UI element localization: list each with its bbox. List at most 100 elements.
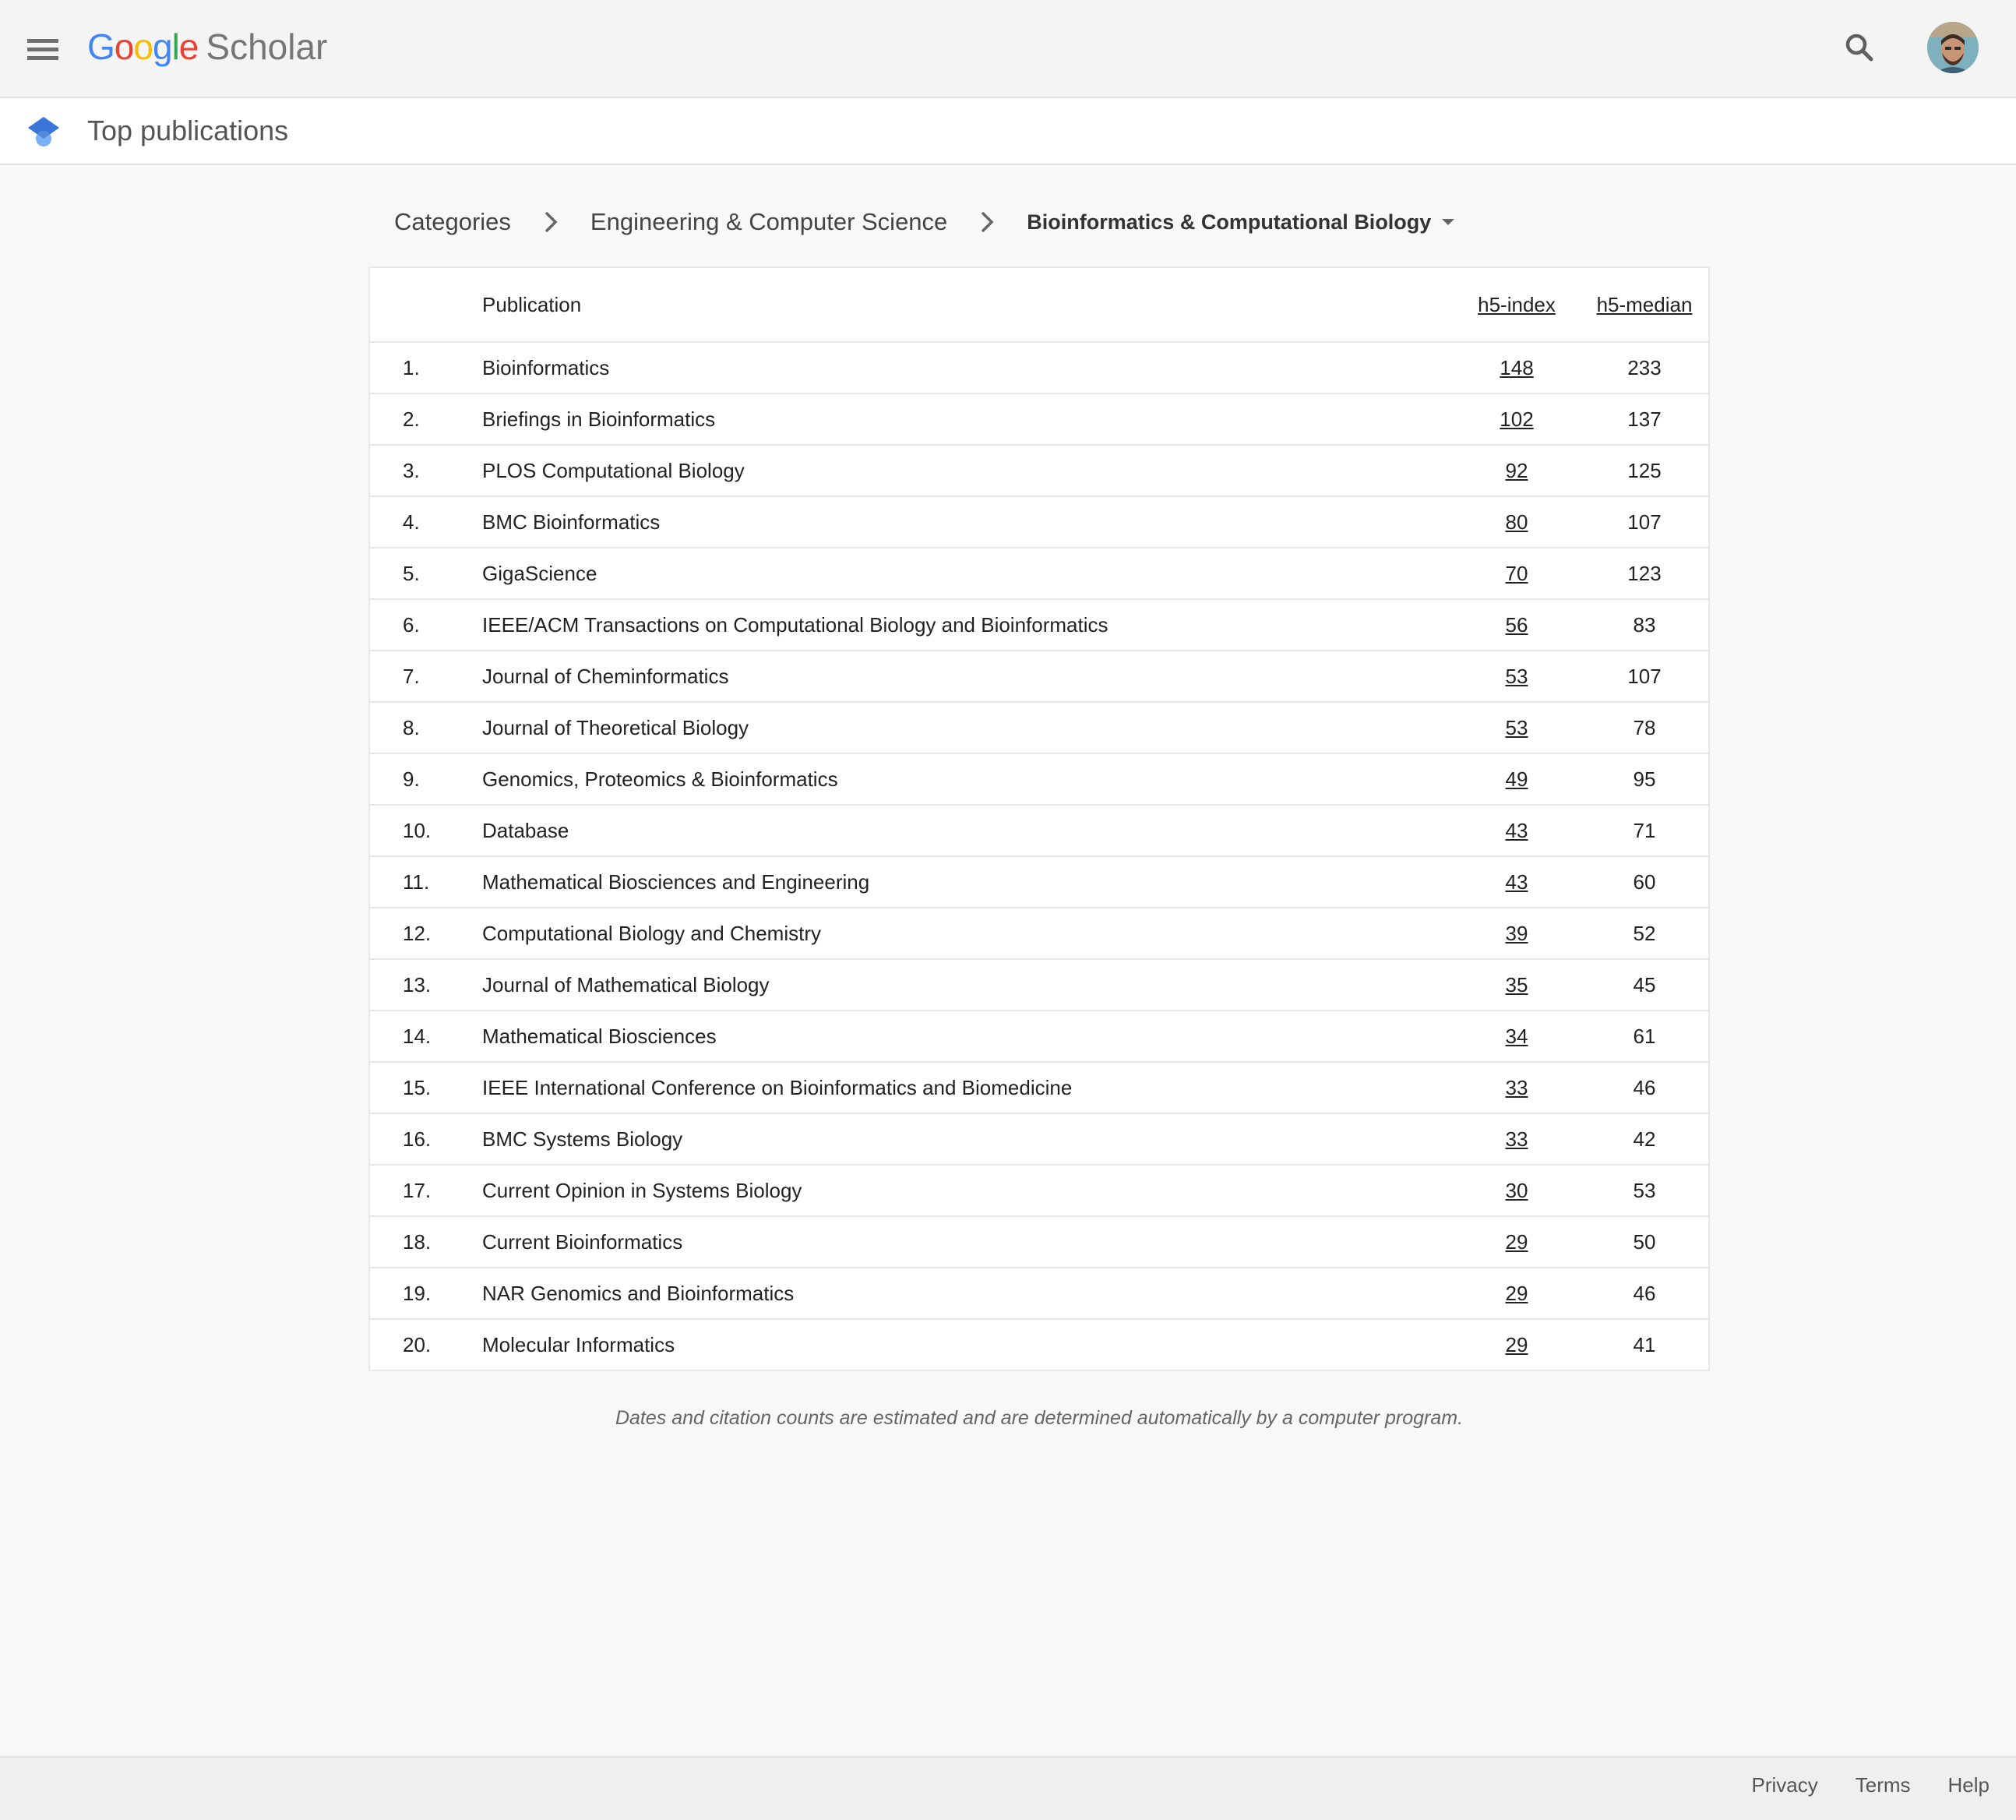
h5-index-cell: 43 [1453,805,1581,857]
footer-link-terms[interactable]: Terms [1856,1773,1911,1797]
h5-index-cell: 53 [1453,651,1581,703]
h5-median-cell: 60 [1581,856,1708,908]
h5-index-cell: 92 [1453,445,1581,497]
h5-index-link[interactable]: 80 [1506,510,1528,534]
h5-index-link[interactable]: 34 [1506,1025,1528,1048]
h5-index-cell: 30 [1453,1165,1581,1217]
h5-index-link[interactable]: 30 [1506,1179,1528,1202]
table-row: 16. BMC Systems Biology 33 42 [370,1113,1708,1166]
publication-name-cell: PLOS Computational Biology [482,445,1453,497]
h5-index-cell: 148 [1453,342,1581,394]
publications-table-card: Publication h5-index h5-median 1. Bioinfo… [368,266,1710,1371]
table-row: 17. Current Opinion in Systems Biology 30 5… [370,1165,1708,1217]
h5-index-cell: 29 [1453,1268,1581,1320]
table-row: 2. Briefings in Bioinformatics 102 137 [370,393,1708,446]
publication-name-cell: Current Opinion in Systems Biology [482,1165,1453,1217]
h5-median-sort-link[interactable]: h5-median [1597,293,1693,316]
h5-median-cell: 123 [1581,548,1708,600]
h5-index-link[interactable]: 29 [1506,1282,1528,1305]
brand-letter: e [178,26,199,67]
brand-letter: o [133,26,153,67]
rank-cell: 19. [370,1268,482,1320]
h5-index-link[interactable]: 33 [1506,1076,1528,1099]
h5-index-cell: 33 [1453,1062,1581,1114]
h5-index-cell: 53 [1453,702,1581,754]
publication-name-cell: BMC Systems Biology [482,1113,1453,1166]
google-scholar-logo[interactable]: Google Scholar [87,22,327,72]
rank-cell: 4. [370,496,482,548]
rank-cell: 3. [370,445,482,497]
footer-link-privacy[interactable]: Privacy [1751,1773,1817,1797]
footer-link-help[interactable]: Help [1948,1773,1990,1797]
table-row: 1. Bioinformatics 148 233 [370,342,1708,394]
rank-cell: 6. [370,599,482,651]
hamburger-menu-icon[interactable] [17,23,69,75]
h5-index-link[interactable]: 49 [1506,767,1528,791]
brand-letter: o [114,26,135,67]
h5-index-cell: 34 [1453,1011,1581,1063]
publication-name-cell: Current Bioinformatics [482,1216,1453,1268]
h5-median-cell: 125 [1581,445,1708,497]
publication-name-cell: Mathematical Biosciences [482,1011,1453,1063]
publication-name-cell: Genomics, Proteomics & Bioinformatics [482,753,1453,806]
h5-index-link[interactable]: 43 [1506,870,1528,894]
page-footer: Privacy Terms Help [0,1756,2016,1820]
h5-median-cell: 71 [1581,805,1708,857]
table-row: 7. Journal of Cheminformatics 53 107 [370,651,1708,703]
h5-index-cell: 56 [1453,599,1581,651]
rank-cell: 12. [370,908,482,960]
h5-index-cell: 43 [1453,856,1581,908]
h5-index-link[interactable]: 35 [1506,973,1528,996]
table-row: 10. Database 43 71 [370,805,1708,857]
rank-cell: 9. [370,753,482,806]
rank-cell: 20. [403,1332,432,1356]
h5-median-column-header[interactable]: h5-median [1581,268,1708,343]
user-avatar[interactable] [1927,22,1979,73]
h5-median-cell: 107 [1581,651,1708,703]
table-row: 20. Molecular Informatics 29 41 [370,1319,1708,1370]
publication-name-cell: Journal of Mathematical Biology [482,959,1453,1011]
h5-index-link[interactable]: 43 [1506,819,1528,842]
rank-cell: 18. [370,1216,482,1268]
scholar-wordmark: Scholar [206,26,328,67]
table-row: 11. Mathematical Biosciences and Engineer… [370,856,1708,908]
h5-median-cell: 107 [1581,496,1708,548]
h5-index-link[interactable]: 102 [1500,407,1533,431]
scholar-cap-icon [26,115,61,150]
h5-index-link[interactable]: 92 [1506,459,1528,482]
table-row: 15. IEEE International Conference on Bioi… [370,1062,1708,1114]
publication-name-cell: IEEE International Conference on Bioinfo… [482,1062,1453,1114]
h5-index-link[interactable]: 29 [1506,1333,1528,1356]
h5-index-cell: 70 [1453,548,1581,600]
h5-index-link[interactable]: 53 [1506,716,1528,739]
breadcrumb-current-subcategory[interactable]: Bioinformatics & Computational Biology [1027,210,1455,235]
publications-table: Publication h5-index h5-median 1. Bioinfo… [370,268,1708,1370]
brand-letter: g [152,26,173,67]
h5-index-sort-link[interactable]: h5-index [1478,293,1556,316]
rank-cell: 7. [370,651,482,703]
disclaimer-text: Dates and citation counts are estimated … [615,1407,1464,1429]
h5-index-link[interactable]: 53 [1506,665,1528,688]
h5-index-link[interactable]: 148 [1500,356,1533,379]
h5-index-link[interactable]: 29 [1506,1230,1528,1254]
h5-index-link[interactable]: 39 [1506,922,1528,945]
h5-index-cell: 29 [1453,1216,1581,1268]
table-row: 5. GigaScience 70 123 [370,548,1708,600]
h5-index-link[interactable]: 33 [1506,1127,1528,1151]
rank-cell: 11. [370,856,482,908]
table-row: 8. Journal of Theoretical Biology 53 78 [370,702,1708,754]
table-header-row: Publication h5-index h5-median [370,268,1708,343]
h5-median-cell: 52 [1581,908,1708,960]
h5-index-link[interactable]: 56 [1506,613,1528,637]
table-row: 4. BMC Bioinformatics 80 107 [370,496,1708,548]
h5-index-link[interactable]: 70 [1506,562,1528,585]
rank-cell: 5. [370,548,482,600]
search-icon[interactable] [1835,23,1885,73]
breadcrumb-categories[interactable]: Categories [394,208,511,236]
chevron-right-icon [531,201,570,243]
rank-cell: 2. [370,393,482,446]
h5-index-column-header[interactable]: h5-index [1453,268,1581,343]
breadcrumb-engineering[interactable]: Engineering & Computer Science [590,208,947,236]
chevron-right-icon [967,201,1006,243]
page-title[interactable]: Top publications [87,114,288,148]
